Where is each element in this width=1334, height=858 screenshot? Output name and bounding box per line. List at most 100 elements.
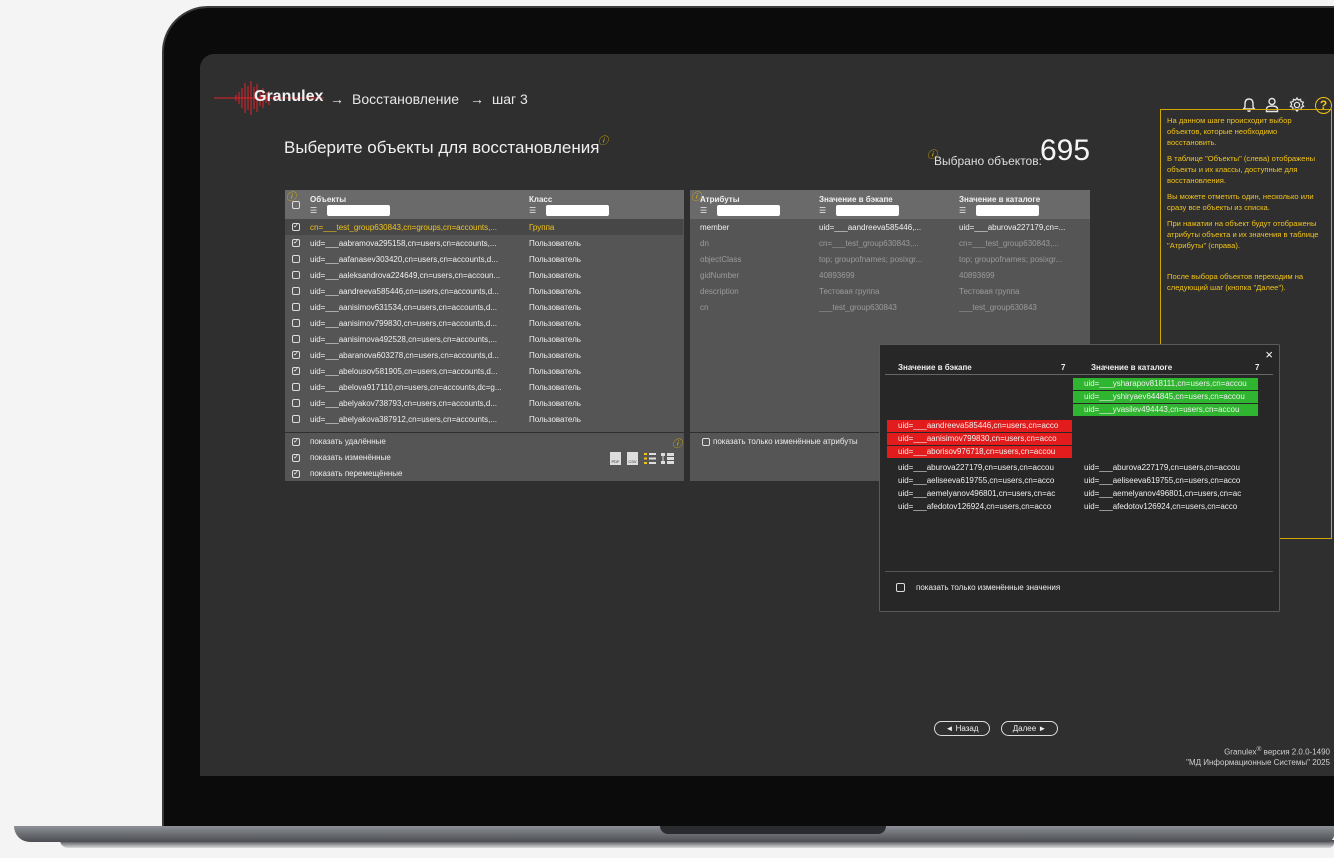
row-checkbox[interactable]	[292, 287, 300, 295]
class-filter-input[interactable]	[546, 205, 609, 216]
changed-attrs-checkbox[interactable]	[702, 438, 710, 446]
table-row[interactable]: uid=___abelyakov738793,cn=users,cn=accou…	[285, 395, 683, 411]
title-info-icon[interactable]: ⓘ	[598, 132, 608, 147]
backup-changed-value[interactable]: uid=___aborisov976718,cn=users,cn=accou	[887, 446, 1072, 458]
backup-value[interactable]: uid=___aemelyanov496801,cn=users,cn=ac	[887, 488, 1072, 500]
attribute-backup-value: 40893699	[819, 271, 855, 280]
row-checkbox[interactable]	[292, 383, 300, 391]
help-text-5: После выбора объектов переходим на следу…	[1167, 272, 1304, 292]
select-all-checkbox[interactable]	[292, 201, 300, 209]
catalog-value[interactable]: uid=___afedotov126924,cn=users,cn=acco	[1073, 501, 1258, 513]
attribute-row[interactable]: description Тестовая группа Тестовая групп…	[690, 283, 1088, 299]
page-title: Выберите объекты для восстановления	[284, 138, 600, 157]
attribute-catalog-value: ___test_group630843	[959, 303, 1037, 312]
select-list-icon[interactable]	[644, 452, 656, 465]
back-button[interactable]: ◄ Назад	[934, 721, 990, 736]
table-row[interactable]: uid=___aanisimov799830,cn=users,cn=accou…	[285, 315, 683, 331]
table-row[interactable]: uid=___aanisimova492528,cn=users,cn=acco…	[285, 331, 683, 347]
row-checkbox[interactable]: ✓	[292, 367, 300, 375]
attribute-row[interactable]: gidNumber 40893699 40893699	[690, 267, 1088, 283]
changed-values-label: показать только изменённые значения	[916, 583, 1061, 592]
attribute-row[interactable]: cn ___test_group630843 ___test_group630843	[690, 299, 1088, 315]
attribute-row[interactable]: dn cn=___test_group630843,... cn=___test_g…	[690, 235, 1088, 251]
table-row[interactable]: uid=___abelova917110,cn=users,cn=account…	[285, 379, 683, 395]
attribute-row[interactable]: member uid=___aandreeva585446,... uid=___a…	[690, 219, 1088, 235]
row-checkbox[interactable]	[292, 319, 300, 327]
close-icon[interactable]: ×	[1265, 347, 1273, 362]
col-attributes: Атрибуты	[700, 195, 740, 204]
catalog-value[interactable]: uid=___aeliseeva619755,cn=users,cn=acco	[1073, 475, 1258, 487]
objects-filter-input[interactable]	[327, 205, 390, 216]
backup-value[interactable]: uid=___aeliseeva619755,cn=users,cn=acco	[887, 475, 1072, 487]
backup-value[interactable]: uid=___afedotov126924,cn=users,cn=acco	[887, 501, 1072, 513]
col-class: Класс	[529, 195, 553, 204]
object-dn: uid=___abelova917110,cn=users,cn=account…	[310, 383, 502, 392]
table-row[interactable]: uid=___aaleksandrova224649,cn=users,cn=a…	[285, 267, 683, 283]
attribute-name: member	[700, 223, 730, 232]
next-button[interactable]: Далее ►	[1001, 721, 1058, 736]
attribute-name: dn	[700, 239, 709, 248]
backup-value[interactable]: uid=___aburova227179,cn=users,cn=accou	[887, 462, 1072, 474]
row-checkbox[interactable]: ✓	[292, 239, 300, 247]
attribute-name: description	[700, 287, 739, 296]
object-dn: uid=___aandreeva585446,cn=users,cn=accou…	[310, 287, 499, 296]
catalog-value[interactable]: uid=___aburova227179,cn=users,cn=accou	[1073, 462, 1258, 474]
table-row[interactable]: ✓ cn=___test_group630843,cn=groups,cn=acc…	[285, 219, 683, 235]
attribute-row[interactable]: objectClass top; groupofnames; posixgr...…	[690, 251, 1088, 267]
attribute-backup-value: ___test_group630843	[819, 303, 897, 312]
filter-icon[interactable]: ☰	[310, 207, 317, 215]
laptop-notch	[660, 826, 886, 834]
table-row[interactable]: ✓ uid=___aabramova295158,cn=users,cn=acco…	[285, 235, 683, 251]
table-row[interactable]: uid=___aandreeva585446,cn=users,cn=accou…	[285, 283, 683, 299]
catalog-value[interactable]: uid=___aemelyanov496801,cn=users,cn=ac	[1073, 488, 1258, 500]
row-checkbox[interactable]	[292, 335, 300, 343]
show-moved-checkbox[interactable]: ✓	[292, 470, 300, 478]
row-checkbox[interactable]: ✓	[292, 351, 300, 359]
export-csv-icon[interactable]: CSV	[627, 452, 638, 465]
attribute-catalog-value: uid=___aburova227179,cn=...	[959, 223, 1066, 232]
help-text-4: При нажатии на объект будут отображены а…	[1167, 219, 1319, 250]
row-checkbox[interactable]: ✓	[292, 223, 300, 231]
filter-icon[interactable]: ☰	[959, 207, 966, 215]
filter-icon[interactable]: ☰	[700, 207, 707, 215]
attribute-catalog-value: cn=___test_group630843,...	[959, 239, 1059, 248]
object-class: Группа	[529, 223, 555, 232]
changed-values-checkbox[interactable]	[896, 583, 905, 592]
catalog-filter-input[interactable]	[976, 205, 1039, 216]
row-checkbox[interactable]	[292, 271, 300, 279]
app-screen: Granulex → Восстановление → шаг 3 ? Выбе…	[200, 54, 1334, 776]
object-dn: uid=___aanisimov799830,cn=users,cn=accou…	[310, 319, 498, 328]
row-checkbox[interactable]	[292, 303, 300, 311]
col-catalog-value: Значение в каталоге	[959, 195, 1041, 204]
filter-icon[interactable]: ☰	[819, 207, 826, 215]
row-checkbox[interactable]	[292, 415, 300, 423]
backup-changed-value[interactable]: uid=___aandreeva585446,cn=users,cn=acco	[887, 420, 1072, 432]
row-checkbox[interactable]	[292, 255, 300, 263]
attribute-backup-value: uid=___aandreeva585446,...	[819, 223, 922, 232]
tree-view-icon[interactable]	[661, 452, 674, 465]
breadcrumb-arrow-2: →	[470, 91, 484, 107]
table-row[interactable]: ✓ uid=___abelousov581905,cn=users,cn=acco…	[285, 363, 683, 379]
catalog-new-value[interactable]: uid=___ysharapov818111,cn=users,cn=accou	[1073, 378, 1258, 390]
objects-table: ⓘ Объекты ☰ Класс ☰ ✓ cn=___test_group630…	[285, 190, 684, 432]
table-row[interactable]: uid=___aanisimov631534,cn=users,cn=accou…	[285, 299, 683, 315]
options-info-icon[interactable]: ⓘ	[672, 435, 682, 450]
show-deleted-checkbox[interactable]: ✓	[292, 438, 300, 446]
object-dn: uid=___abaranova603278,cn=users,cn=accou…	[310, 351, 499, 360]
show-changed-checkbox[interactable]: ✓	[292, 454, 300, 462]
catalog-new-value[interactable]: uid=___yvasilev494443,cn=users,cn=accou	[1073, 404, 1258, 416]
table-row[interactable]: uid=___aafanasev303420,cn=users,cn=accou…	[285, 251, 683, 267]
backup-filter-input[interactable]	[836, 205, 899, 216]
catalog-new-value[interactable]: uid=___yshiryaev644845,cn=users,cn=accou	[1073, 391, 1258, 403]
attribute-catalog-value: Тестовая группа	[959, 287, 1020, 296]
table-row[interactable]: uid=___abelyakova387912,cn=users,cn=acco…	[285, 411, 683, 427]
object-dn: uid=___aanisimov631534,cn=users,cn=accou…	[310, 303, 498, 312]
row-checkbox[interactable]	[292, 399, 300, 407]
backup-changed-value[interactable]: uid=___aanisimov799830,cn=users,cn=acco	[887, 433, 1072, 445]
filter-icon[interactable]: ☰	[529, 207, 536, 215]
export-pdf-icon[interactable]: PDF	[610, 452, 621, 465]
show-changed-label: показать изменённые	[310, 453, 391, 462]
table-row[interactable]: ✓ uid=___abaranova603278,cn=users,cn=acco…	[285, 347, 683, 363]
breadcrumb-restore[interactable]: Восстановление	[352, 91, 459, 107]
attributes-filter-input[interactable]	[717, 205, 780, 216]
